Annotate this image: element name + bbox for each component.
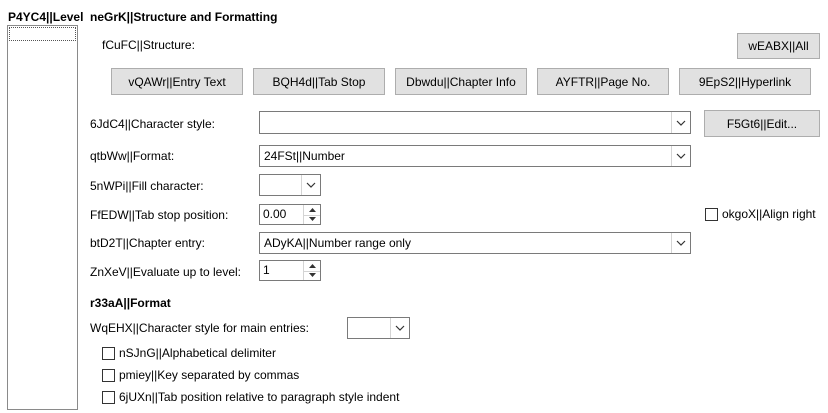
entry-text-button-label: vQAWr||Entry Text — [128, 74, 226, 89]
levels-list-item[interactable] — [9, 27, 76, 41]
chevron-down-icon — [671, 233, 690, 253]
main-entries-style-label: WqEHX||Character style for main entries: — [90, 321, 309, 335]
tab-stop-button[interactable]: BQH4d||Tab Stop — [253, 68, 385, 95]
chapter-info-button[interactable]: Dbwdu||Chapter Info — [395, 68, 527, 95]
all-button[interactable]: wEABX||All — [737, 33, 820, 59]
align-right-label: okgoX||Align right — [722, 207, 816, 221]
key-separated-checkbox[interactable] — [102, 369, 115, 382]
hyperlink-button-label: 9EpS2||Hyperlink — [698, 74, 792, 89]
structure-label: fCuFC||Structure: — [102, 38, 195, 52]
format-dropdown[interactable]: 24FSt||Number — [259, 145, 691, 167]
tab-stop-position-value: 0.00 — [263, 207, 287, 221]
tab-stop-position-label: FfEDW||Tab stop position: — [90, 208, 229, 222]
spin-down-icon[interactable] — [304, 271, 320, 281]
edit-button-label: F5Gt6||Edit... — [726, 116, 798, 131]
fill-character-label: 5nWPi||Fill character: — [90, 179, 204, 193]
chevron-down-icon — [390, 318, 409, 338]
tab-relative-label: 6jUXn||Tab position relative to paragrap… — [119, 390, 400, 404]
format-section-title: r33aA||Format — [90, 296, 171, 310]
chapter-entry-label: btD2T||Chapter entry: — [90, 236, 205, 250]
tab-relative-checkbox[interactable] — [102, 391, 115, 404]
format-value: 24FSt||Number — [264, 149, 345, 163]
alphabetical-delimiter-label: nSJnG||Alphabetical delimiter — [119, 346, 276, 360]
tab-stop-position-spinner[interactable]: 0.00 — [259, 204, 321, 225]
format-label: qtbWw||Format: — [90, 149, 175, 163]
levels-header: P4YC4||Level — [8, 10, 84, 24]
key-separated-label: pmiey||Key separated by commas — [119, 368, 300, 382]
page-no-button[interactable]: AYFTR||Page No. — [537, 68, 669, 95]
chevron-down-icon — [671, 112, 690, 133]
hyperlink-button[interactable]: 9EpS2||Hyperlink — [679, 68, 811, 95]
structure-section-title: neGrK||Structure and Formatting — [90, 10, 278, 24]
evaluate-level-label: ZnXeV||Evaluate up to level: — [90, 265, 241, 279]
evaluate-level-spinner[interactable]: 1 — [259, 260, 321, 281]
align-right-checkbox[interactable] — [705, 208, 718, 221]
tab-stop-button-label: BQH4d||Tab Stop — [272, 74, 366, 89]
chapter-info-button-label: Dbwdu||Chapter Info — [406, 74, 516, 89]
chevron-down-icon — [301, 175, 320, 195]
fill-character-dropdown[interactable] — [259, 174, 321, 196]
page-no-button-label: AYFTR||Page No. — [555, 74, 651, 89]
main-entries-style-dropdown[interactable] — [347, 317, 410, 339]
chevron-down-icon — [671, 146, 690, 166]
chapter-entry-dropdown[interactable]: ADyKA||Number range only — [259, 232, 691, 254]
alphabetical-delimiter-checkbox[interactable] — [102, 347, 115, 360]
edit-button[interactable]: F5Gt6||Edit... — [704, 110, 820, 137]
character-style-dropdown[interactable] — [259, 111, 691, 134]
character-style-label: 6JdC4||Character style: — [90, 117, 215, 131]
levels-list[interactable] — [7, 25, 78, 410]
spin-down-icon[interactable] — [304, 215, 320, 225]
chapter-entry-value: ADyKA||Number range only — [264, 236, 411, 250]
entry-text-button[interactable]: vQAWr||Entry Text — [111, 68, 243, 95]
all-button-label: wEABX||All — [748, 39, 809, 53]
evaluate-level-value: 1 — [263, 263, 270, 277]
